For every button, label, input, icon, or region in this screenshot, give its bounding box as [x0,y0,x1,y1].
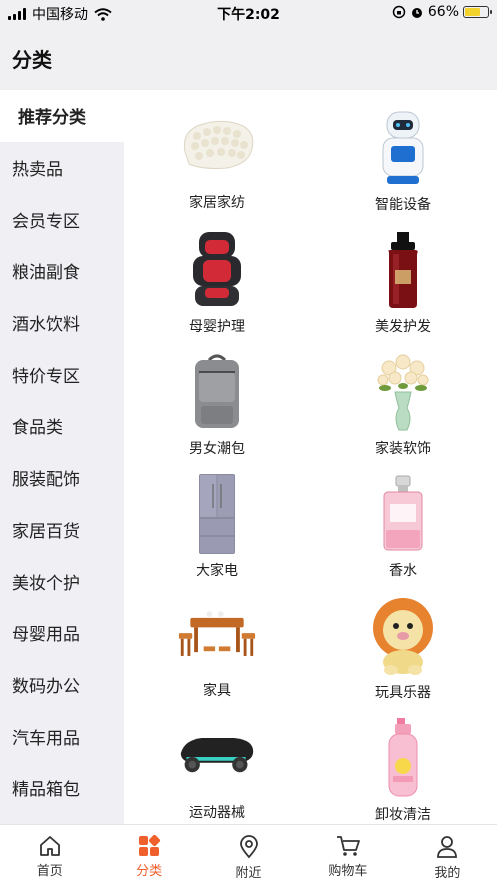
tab-label: 附近 [235,866,262,881]
sidebar-item-specials[interactable]: 特价专区 [0,348,124,400]
tab-bar: 首页 分类 附近 购物车 我的 [0,824,497,883]
sidebar-item-home-goods[interactable]: 家居百货 [0,504,124,556]
category-item[interactable]: 家具 [124,578,310,700]
tab-label: 分类 [136,864,163,879]
category-label: 母婴护理 [189,319,245,335]
tab-label: 我的 [434,866,461,881]
sidebar-item-baby[interactable]: 母婴用品 [0,607,124,659]
category-item[interactable]: 智能设备 [310,90,496,213]
sidebar-item-beauty[interactable]: 美妆个护 [0,555,124,607]
sidebar-item-recommended[interactable]: 推荐分类 [0,90,124,142]
sidebar-item-digital-office[interactable]: 数码办公 [0,659,124,711]
user-icon [437,836,458,858]
tab-home[interactable]: 首页 [0,825,99,883]
category-label: 卸妆清洁 [375,807,431,823]
category-item[interactable]: 男女潮包 [124,334,310,457]
category-label: 香水 [389,563,417,579]
sidebar-item-auto[interactable]: 汽车用品 [0,710,124,762]
sidebar-item-drinks[interactable]: 酒水饮料 [0,297,124,349]
category-item[interactable]: 家装软饰 [310,334,496,457]
cart-icon [336,836,360,856]
category-label: 家具 [203,683,231,699]
flower-vase-icon [363,352,443,432]
category-label: 家装软饰 [375,441,431,457]
category-label: 美发护发 [375,319,431,335]
sidebar-item-grain-oil[interactable]: 粮油副食 [0,245,124,297]
status-bar: 中国移动 下午2:02 66% [0,0,497,26]
tab-cart[interactable]: 购物车 [298,825,397,883]
tab-profile[interactable]: 我的 [398,825,497,883]
lion-toy-icon [363,596,443,676]
tab-nearby[interactable]: 附近 [199,825,298,883]
tab-label: 购物车 [328,864,368,879]
sidebar-item-food[interactable]: 食品类 [0,400,124,452]
perfume-icon [363,474,443,554]
category-item[interactable]: 美发护发 [310,212,496,335]
category-label: 智能设备 [375,197,431,213]
category-label: 家居家纺 [189,195,245,211]
skate-board-icon [177,718,257,796]
sidebar-item-luggage[interactable]: 精品箱包 [0,762,124,814]
location-icon [239,835,258,859]
category-label: 大家电 [196,563,238,579]
backpack-icon [177,352,257,432]
category-sidebar: 推荐分类 热卖品 会员专区 粮油副食 酒水饮料 特价专区 食品类 服装配饰 家居… [0,90,124,824]
lock-rotation-icon [392,5,406,19]
category-label: 运动器械 [189,805,245,821]
tab-label: 首页 [36,864,63,879]
sidebar-item-member[interactable]: 会员专区 [0,193,124,245]
refrigerator-icon [177,474,257,554]
category-item[interactable]: 玩具乐器 [310,578,496,701]
sidebar-item-apparel[interactable]: 服装配饰 [0,452,124,504]
pillow-icon [177,108,257,186]
robot-icon [363,108,443,188]
category-label: 玩具乐器 [375,685,431,701]
sidebar-item-hot-sale[interactable]: 热卖品 [0,142,124,194]
category-label: 男女潮包 [189,441,245,457]
header: 分类 [0,26,497,90]
battery-icon [463,6,492,18]
page-title: 分类 [12,48,52,72]
cleanser-bottle-icon [363,718,443,798]
furniture-icon [177,596,257,674]
alarm-icon [411,8,422,18]
category-item[interactable]: 卸妆清洁 [310,700,496,823]
category-icon [139,835,161,856]
car-seat-icon [177,230,257,310]
shampoo-bottle-icon [363,230,443,310]
home-icon [39,836,60,856]
category-content: 家居家纺 智能设备 母婴护理 美发护发 男女潮包 家装软饰 大家电 香水 家具 … [124,90,497,824]
category-item[interactable]: 运动器械 [124,700,310,822]
category-item[interactable]: 母婴护理 [124,212,310,335]
category-item[interactable]: 大家电 [124,456,310,579]
battery-percent: 66% [427,4,459,20]
category-item[interactable]: 家居家纺 [124,90,310,212]
tab-category[interactable]: 分类 [99,825,198,883]
category-item[interactable]: 香水 [310,456,496,579]
